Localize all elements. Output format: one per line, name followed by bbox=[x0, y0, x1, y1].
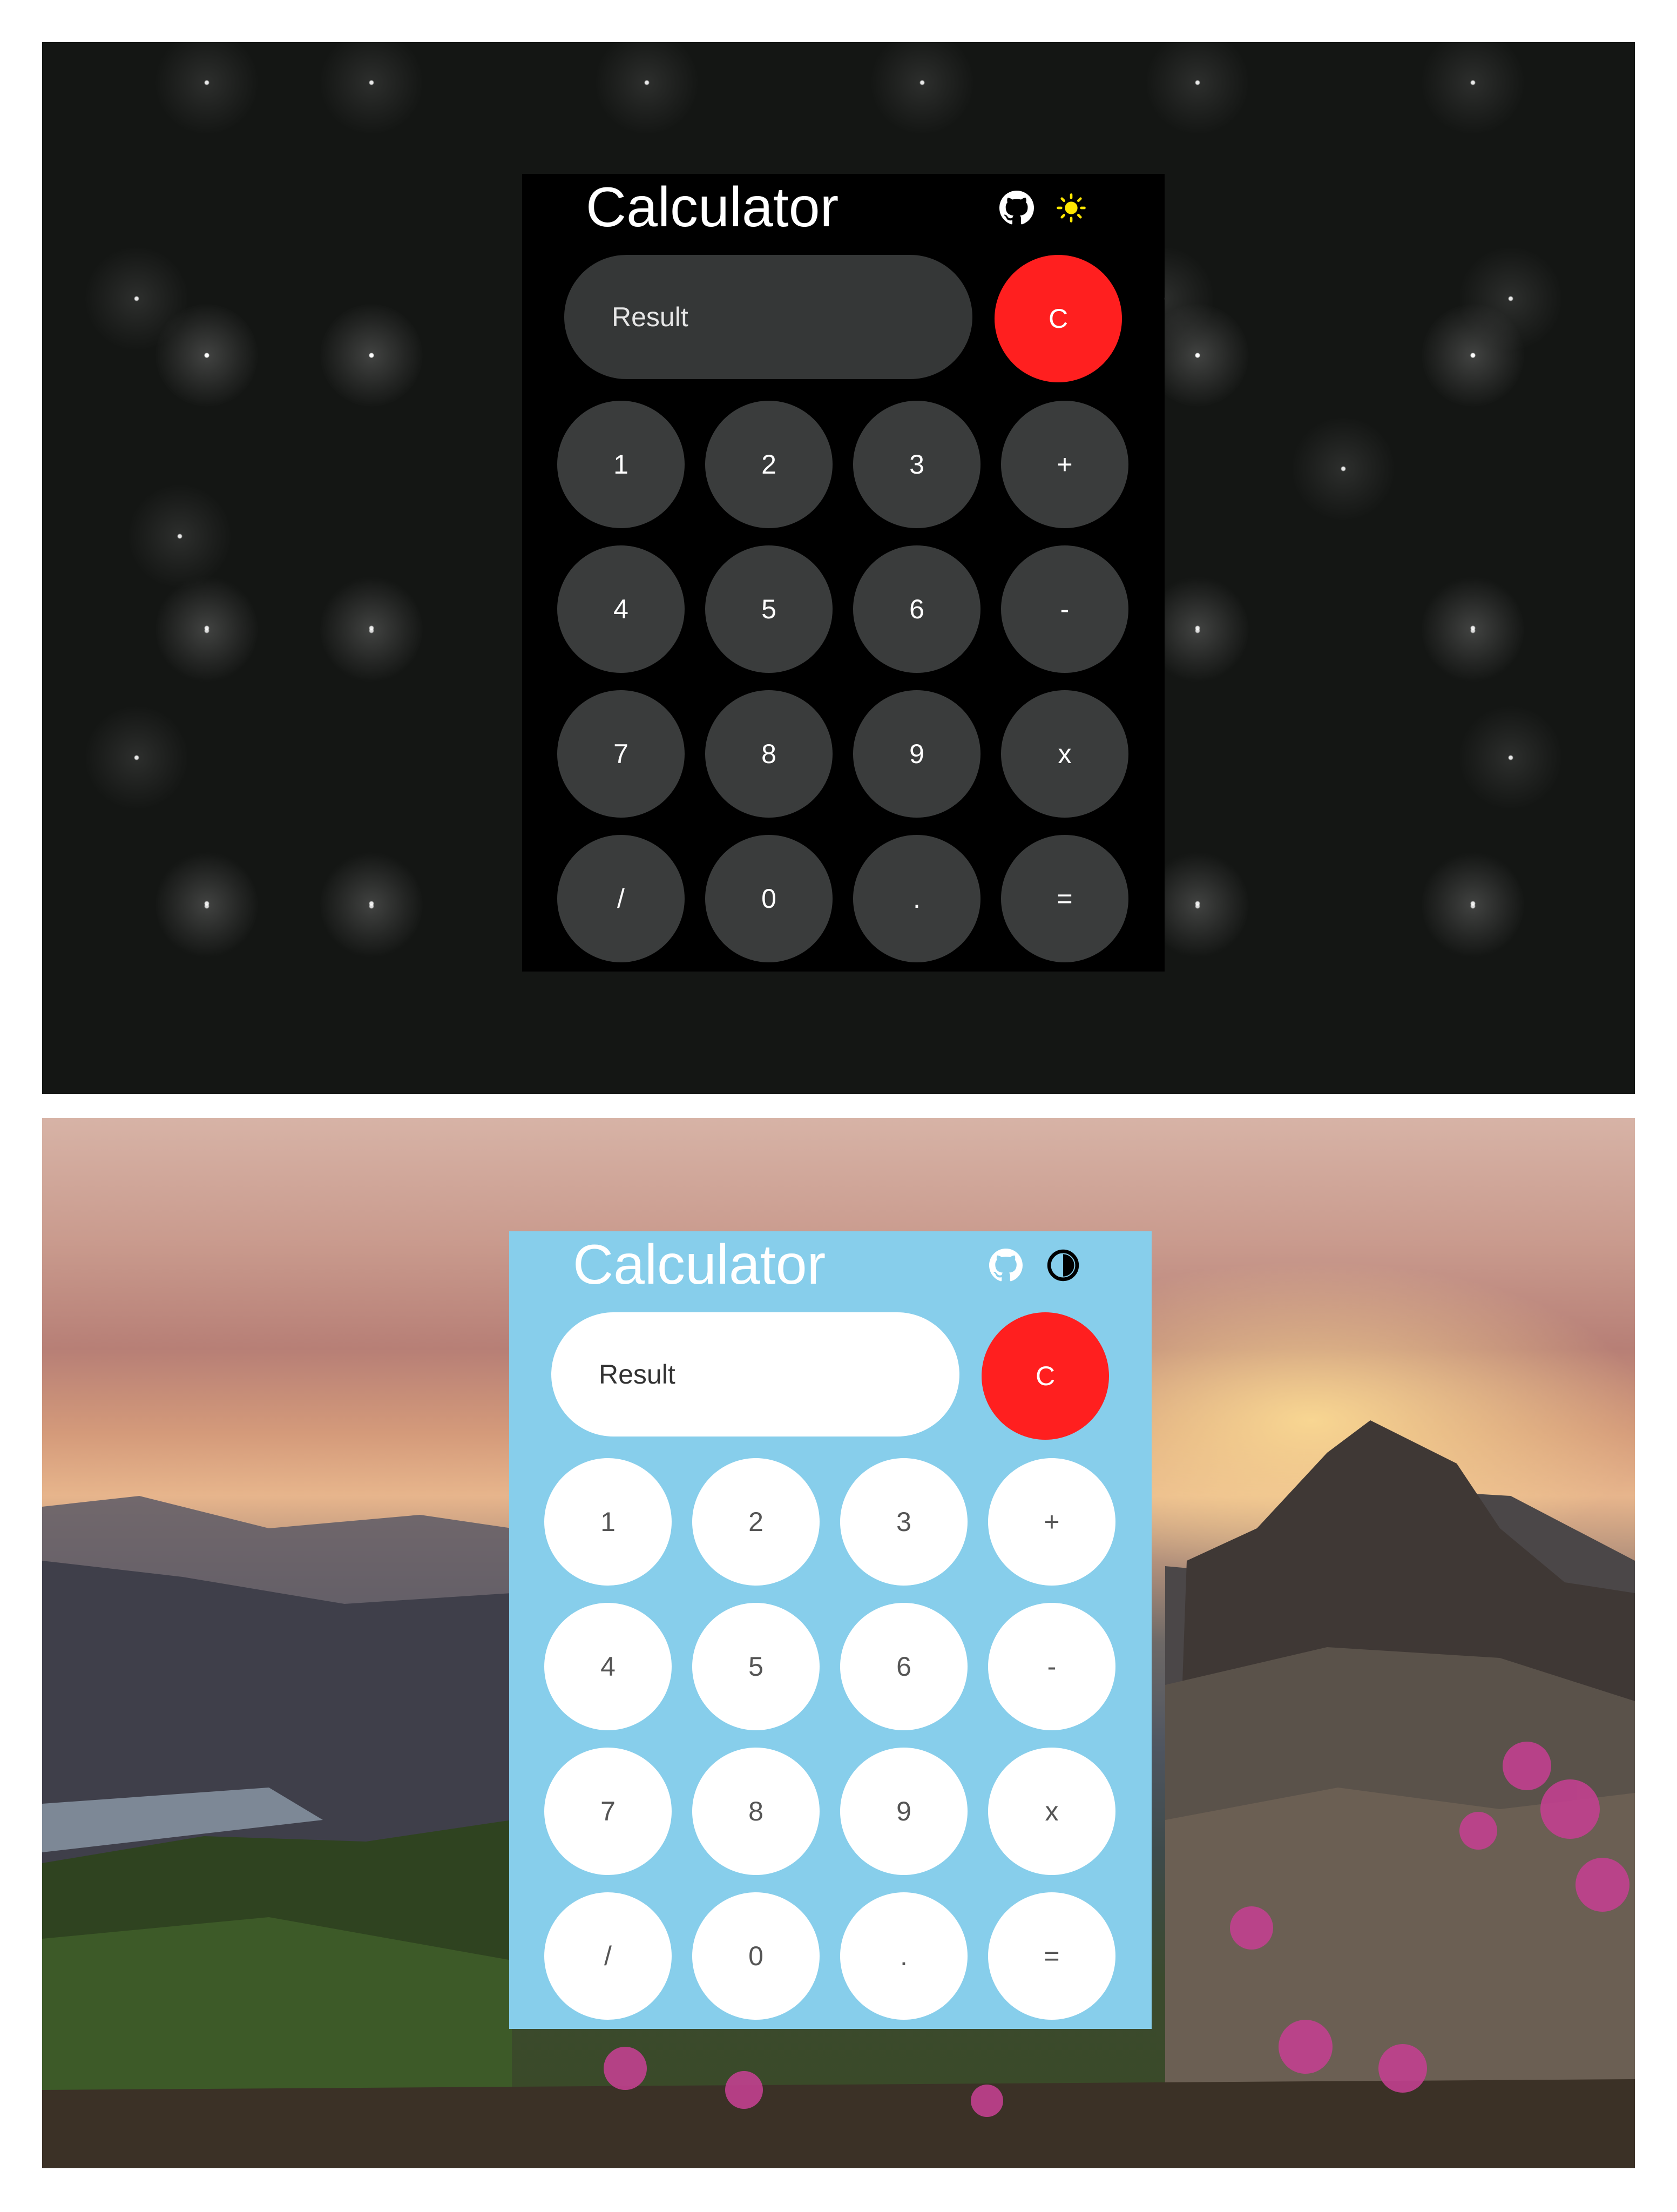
key-3[interactable]: 3 bbox=[840, 1458, 968, 1586]
bokeh-dot bbox=[155, 852, 258, 955]
calculator: Calculator Result C 1 2 3 + 4 5 6 - 7 8 … bbox=[522, 174, 1165, 972]
key-8[interactable]: 8 bbox=[705, 690, 833, 818]
bokeh-dot bbox=[596, 42, 698, 134]
key-6[interactable]: 6 bbox=[853, 545, 980, 673]
key-2[interactable]: 2 bbox=[705, 401, 833, 528]
key-equals[interactable]: = bbox=[988, 1892, 1115, 2020]
bokeh-dot bbox=[155, 577, 258, 679]
dark-theme-screen: Calculator Result C 1 2 3 + 4 5 6 - 7 8 … bbox=[42, 42, 1635, 1094]
bokeh-dot bbox=[1422, 852, 1524, 955]
key-0[interactable]: 0 bbox=[692, 1892, 820, 2020]
bokeh-dot bbox=[871, 42, 973, 134]
key-1[interactable]: 1 bbox=[557, 401, 685, 528]
bokeh-dot bbox=[320, 577, 423, 679]
key-3[interactable]: 3 bbox=[853, 401, 980, 528]
bokeh-dot bbox=[1146, 42, 1249, 134]
light-theme-screen: Calculator Result C 1 2 3 + 4 5 6 - 7 8 … bbox=[42, 1118, 1635, 2168]
bokeh-dot bbox=[155, 42, 258, 134]
calculator-title: Calculator bbox=[573, 1233, 826, 1296]
key-divide[interactable]: / bbox=[544, 1892, 672, 2020]
key-0[interactable]: 0 bbox=[705, 835, 833, 962]
key-8[interactable]: 8 bbox=[692, 1748, 820, 1875]
key-minus[interactable]: - bbox=[1001, 545, 1128, 673]
key-4[interactable]: 4 bbox=[544, 1603, 672, 1730]
key-7[interactable]: 7 bbox=[544, 1748, 672, 1875]
contrast-icon[interactable] bbox=[1045, 1247, 1081, 1283]
result-display[interactable]: Result bbox=[564, 255, 972, 379]
bokeh-dot bbox=[1459, 706, 1562, 809]
key-9[interactable]: 9 bbox=[840, 1748, 968, 1875]
bokeh-dot bbox=[320, 852, 423, 955]
clear-button[interactable]: C bbox=[995, 255, 1122, 382]
key-7[interactable]: 7 bbox=[557, 690, 685, 818]
bokeh-dot bbox=[85, 247, 188, 350]
key-equals[interactable]: = bbox=[1001, 835, 1128, 962]
key-1[interactable]: 1 bbox=[544, 1458, 672, 1586]
bokeh-dot bbox=[1422, 577, 1524, 679]
clear-button[interactable]: C bbox=[982, 1312, 1109, 1440]
bokeh-dot bbox=[320, 304, 423, 407]
key-9[interactable]: 9 bbox=[853, 690, 980, 818]
calculator: Calculator Result C 1 2 3 + 4 5 6 - 7 8 … bbox=[509, 1231, 1152, 2029]
key-minus[interactable]: - bbox=[988, 1603, 1115, 1730]
bokeh-dot bbox=[320, 42, 423, 134]
bokeh-dot bbox=[129, 485, 231, 588]
result-display[interactable]: Result bbox=[551, 1312, 959, 1437]
key-divide[interactable]: / bbox=[557, 835, 685, 962]
bokeh-dot bbox=[85, 706, 188, 809]
key-4[interactable]: 4 bbox=[557, 545, 685, 673]
key-multiply[interactable]: x bbox=[1001, 690, 1128, 818]
github-icon[interactable] bbox=[999, 190, 1034, 226]
github-icon[interactable] bbox=[988, 1247, 1024, 1283]
bokeh-dot bbox=[1422, 42, 1524, 134]
sun-icon[interactable] bbox=[1053, 190, 1089, 226]
key-5[interactable]: 5 bbox=[705, 545, 833, 673]
bokeh-dot bbox=[1459, 247, 1562, 350]
key-decimal[interactable]: . bbox=[853, 835, 980, 962]
key-5[interactable]: 5 bbox=[692, 1603, 820, 1730]
key-2[interactable]: 2 bbox=[692, 1458, 820, 1586]
key-decimal[interactable]: . bbox=[840, 1892, 968, 2020]
key-multiply[interactable]: x bbox=[988, 1748, 1115, 1875]
calculator-title: Calculator bbox=[586, 176, 839, 239]
key-plus[interactable]: + bbox=[988, 1458, 1115, 1586]
key-6[interactable]: 6 bbox=[840, 1603, 968, 1730]
key-plus[interactable]: + bbox=[1001, 401, 1128, 528]
bokeh-dot bbox=[1292, 417, 1395, 520]
